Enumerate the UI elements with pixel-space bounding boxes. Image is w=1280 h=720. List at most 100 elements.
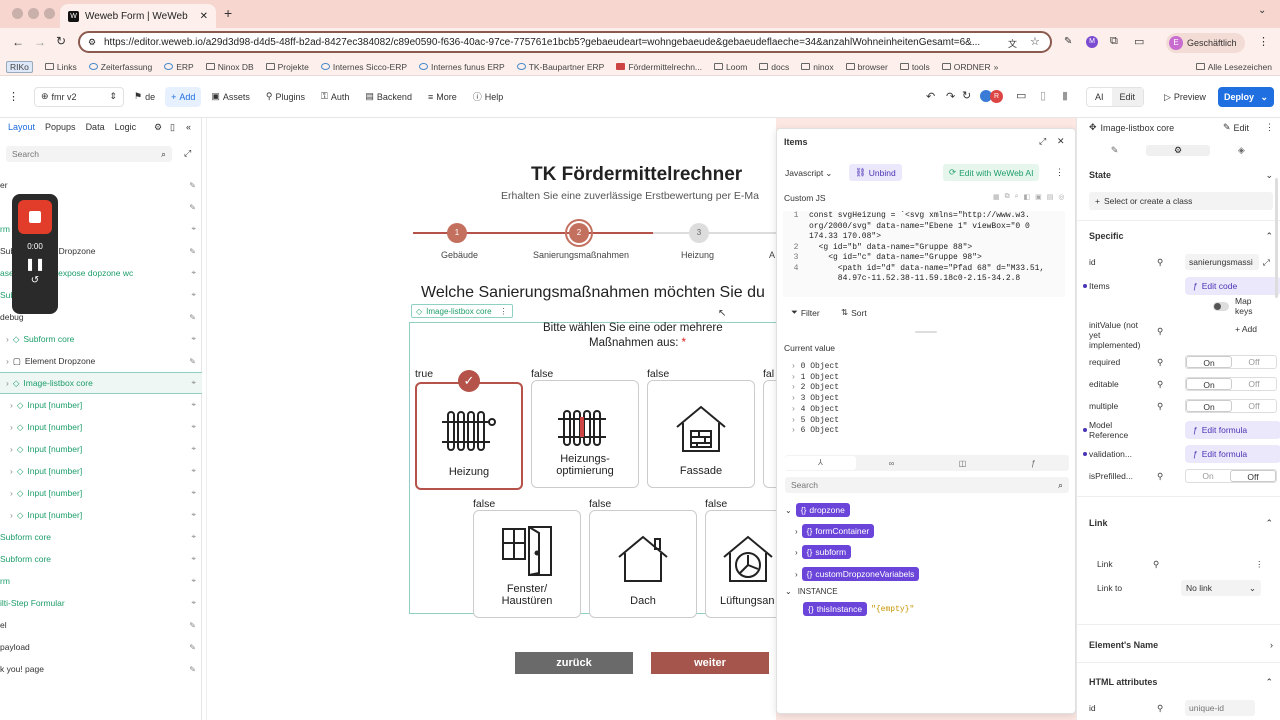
more-options-icon[interactable]: ⋮ (1255, 559, 1264, 570)
tab-formulas[interactable]: ∞ (856, 459, 927, 468)
more-options-icon[interactable]: ⋮ (1055, 167, 1064, 178)
element-tag[interactable]: ◇ Image-listbox core ⋮ (411, 304, 513, 318)
ai-edit-toggle[interactable]: AI Edit (1086, 87, 1145, 107)
option-lueftung[interactable]: Lüftungsan (705, 510, 783, 618)
bind-icon[interactable]: ⚲ (1157, 379, 1163, 390)
layout-tree-item[interactable]: k you! page ✎ (0, 658, 202, 680)
bookmark-item[interactable]: ERP (164, 62, 194, 72)
ai-mode-button[interactable]: AI (1087, 92, 1112, 102)
browser-menu-icon[interactable]: ⋮ (1258, 35, 1269, 48)
prefilled-toggle[interactable]: On Off (1185, 469, 1277, 483)
bind-icon[interactable]: ⚲ (1157, 326, 1163, 337)
code-icon[interactable]: ◧ (1024, 193, 1031, 201)
layout-tree-item[interactable]: › ◇ Input [number] ⌖ (0, 438, 202, 460)
layout-tree-item[interactable]: › ◇ Image-listbox core ⌖ (0, 372, 202, 394)
bookmark-item[interactable]: Projekte (265, 62, 309, 72)
chevron-right-icon[interactable]: › (10, 444, 13, 454)
visibility-icon[interactable]: ⌖ (191, 268, 196, 278)
variable-subform[interactable]: › {} subform (795, 545, 852, 559)
back-button[interactable]: zurück (515, 652, 633, 674)
visibility-icon[interactable]: ⌖ (191, 224, 196, 234)
specific-section[interactable]: Specific ⌃ (1089, 228, 1273, 244)
link-to-select[interactable]: No link ⌄ (1181, 580, 1261, 596)
value-item[interactable]: › 4 Object (791, 405, 839, 416)
code-editor[interactable]: 1 const svgHeizung = `<svg xmlns="http://… (783, 211, 1065, 297)
preview-button[interactable]: ▷ Preview (1158, 87, 1212, 107)
visibility-icon[interactable]: ⌖ (191, 422, 196, 432)
visibility-icon[interactable]: ✎ (189, 181, 196, 190)
next-button[interactable]: weiter (651, 652, 769, 674)
sort-button[interactable]: ⇅ Sort (841, 307, 867, 318)
bookmark-item[interactable]: Zeiterfassung (88, 62, 152, 72)
language-selector[interactable]: ⚑ de (128, 87, 161, 107)
layout-tree-item[interactable]: › ◇ Input [number] ⌖ (0, 482, 202, 504)
option-dach[interactable]: Dach (589, 510, 697, 618)
bookmark-item[interactable]: Loom (714, 62, 747, 72)
step-2[interactable]: 2 (565, 219, 593, 247)
visibility-icon[interactable]: ✎ (189, 621, 196, 630)
visibility-icon[interactable]: ✎ (189, 313, 196, 322)
bookmark-item[interactable]: ORDNER » (941, 62, 998, 72)
step-3[interactable]: 3 (689, 223, 709, 243)
user-avatar[interactable]: R (990, 90, 1003, 103)
option-fassade[interactable]: Fassade (647, 380, 755, 488)
edit-with-ai-button[interactable]: ⟳ Edit with WeWeb AI (943, 164, 1040, 181)
bookmark-item[interactable]: Fördermittelrechn... (616, 62, 702, 72)
copy-icon[interactable]: ⧉ (1005, 193, 1010, 201)
html-id-input[interactable] (1185, 700, 1255, 716)
variable-thisinstance[interactable]: {} thisInstance "{empty}" (803, 602, 914, 616)
search-icon[interactable]: ⌕ (1015, 193, 1019, 201)
tab-settings[interactable]: ⚙ (1146, 144, 1210, 156)
visibility-icon[interactable]: ⌖ (191, 510, 196, 520)
bind-icon[interactable]: ⚲ (1157, 357, 1163, 368)
model-edit-formula-button[interactable]: ƒ Edit formula (1185, 421, 1280, 439)
bookmark-item[interactable]: ninox (801, 62, 834, 72)
expand-icon[interactable]: ⤢ (1263, 257, 1270, 268)
variable-dropzone[interactable]: ⌄ {} dropzone (785, 503, 850, 517)
variable-search-input[interactable] (791, 480, 1031, 490)
tab-search-icon[interactable]: ⌄ (1258, 5, 1266, 16)
bookmark-item[interactable]: Links (44, 62, 77, 72)
scrollbar[interactable] (1275, 178, 1278, 298)
html-attributes-section[interactable]: HTML attributes ⌃ (1089, 675, 1273, 689)
extension-icon[interactable]: ✎ (1064, 36, 1072, 47)
required-toggle[interactable]: On Off (1185, 355, 1277, 369)
visibility-icon[interactable]: ⌖ (191, 576, 196, 586)
bookmark-item[interactable]: Ninox DB (205, 62, 254, 72)
bookmark-star-icon[interactable]: ☆ (1030, 35, 1040, 48)
settings-icon[interactable]: ▣ (1035, 193, 1042, 201)
window-minimize-button[interactable] (28, 8, 39, 19)
layout-tree-item[interactable]: Subform core ⌖ (0, 526, 202, 548)
pause-icon[interactable]: ❚❚ (12, 257, 58, 271)
tab-data[interactable]: Data (86, 122, 105, 132)
tab-popups[interactable]: Popups (45, 122, 76, 132)
settings-icon[interactable]: ⚙ (154, 122, 162, 133)
editable-toggle[interactable]: On Off (1185, 377, 1277, 391)
variable-formcontainer[interactable]: › {} formContainer (795, 524, 875, 538)
option-heizungsoptimierung[interactable]: Heizungs- optimierung (531, 380, 639, 488)
chevron-right-icon[interactable]: › (6, 378, 9, 388)
link-section[interactable]: Link ⌃ (1089, 516, 1273, 530)
visibility-icon[interactable]: ⌖ (191, 400, 196, 410)
tab-logic[interactable]: Logic (115, 122, 137, 132)
collapse-icon[interactable]: « (186, 122, 191, 132)
value-item[interactable]: › 0 Object (791, 362, 839, 373)
option-heizung[interactable]: Heizung (415, 382, 523, 490)
visibility-icon[interactable]: ⌖ (191, 532, 196, 542)
undo-icon[interactable]: ↶ (926, 90, 935, 103)
validation-edit-formula-button[interactable]: ƒ Edit formula (1185, 445, 1280, 463)
visibility-icon[interactable]: ⌖ (191, 598, 196, 608)
tablet-view-icon[interactable]: ▯ (1040, 89, 1046, 102)
visibility-icon[interactable]: ⌖ (191, 488, 196, 498)
bookmark-item[interactable]: Internes Sicco-ERP (320, 62, 407, 72)
layout-tree-item[interactable]: › ◇ Input [number] ⌖ (0, 416, 202, 438)
translate-icon[interactable]: 文 (1008, 37, 1017, 50)
bookmark-item[interactable]: browser (845, 62, 888, 72)
instance-group[interactable]: ⌄ INSTANCE (785, 587, 838, 596)
assets-button[interactable]: ▣ Assets (205, 87, 256, 107)
more-options-icon[interactable]: ⋮ (1265, 122, 1274, 133)
site-settings-icon[interactable]: ⚙ (88, 37, 96, 48)
layout-tree-item[interactable]: › ◇ Subform core ⌖ (0, 328, 202, 350)
value-item[interactable]: › 1 Object (791, 373, 839, 384)
chevron-right-icon[interactable]: › (6, 334, 9, 344)
